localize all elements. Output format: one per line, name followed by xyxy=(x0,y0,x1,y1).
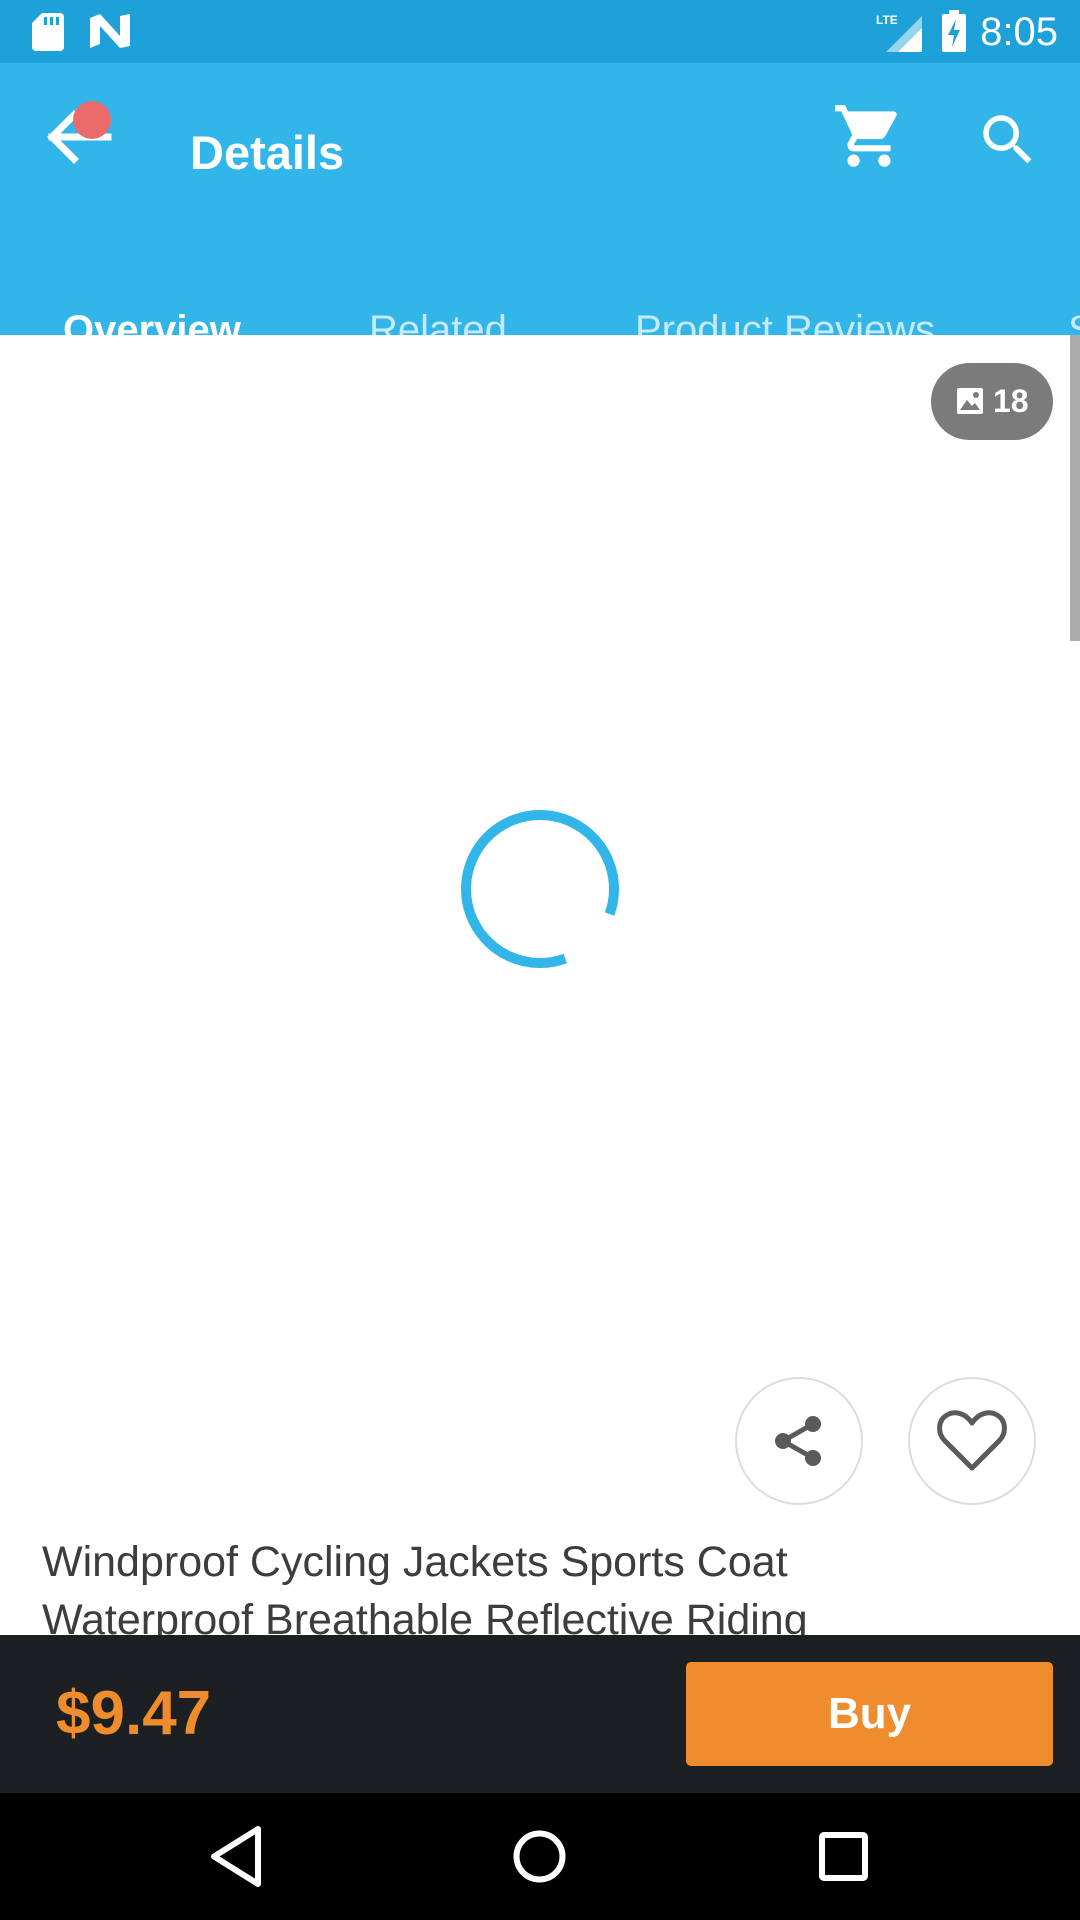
search-icon xyxy=(983,115,1032,164)
sd-card-icon xyxy=(32,13,64,51)
loading-spinner xyxy=(461,810,619,968)
cart-button[interactable] xyxy=(832,99,906,173)
image-count: 18 xyxy=(993,383,1029,419)
n-logo-icon xyxy=(90,14,130,48)
product-title: Windproof Cycling Jackets Sports Coat Wa… xyxy=(42,1538,808,1635)
nav-recents-icon[interactable] xyxy=(806,1819,881,1894)
page-title: Details xyxy=(190,126,345,179)
share-button[interactable] xyxy=(735,1377,863,1505)
image-count-badge[interactable]: 18 xyxy=(931,363,1053,440)
battery-charging-icon xyxy=(942,10,966,52)
nav-home-icon[interactable] xyxy=(502,1819,577,1894)
product-price: $9.47 xyxy=(56,1679,212,1748)
image-icon xyxy=(957,388,983,414)
search-button[interactable] xyxy=(975,107,1041,173)
app-bar: Details Overview Related Product Reviews… xyxy=(0,63,1080,398)
heart-icon xyxy=(937,1410,1007,1471)
cart-icon xyxy=(835,105,897,167)
status-bar: LTE 8:05 xyxy=(0,0,1080,63)
lte-signal-icon: LTE xyxy=(876,13,922,52)
system-nav-bar xyxy=(0,1793,1080,1920)
buy-bar: $9.47 Buy xyxy=(0,1635,1080,1793)
buy-button[interactable]: Buy xyxy=(686,1662,1053,1766)
svg-text:LTE: LTE xyxy=(876,13,898,27)
notification-dot xyxy=(73,101,111,139)
product-content[interactable]: 18 Windproof Cycling Jackets Sports Coat… xyxy=(0,335,1080,1635)
scrollbar[interactable] xyxy=(1070,335,1080,641)
share-icon xyxy=(775,1416,821,1466)
status-time: 8:05 xyxy=(980,10,1058,54)
favorite-button[interactable] xyxy=(908,1377,1036,1505)
nav-back-icon[interactable] xyxy=(200,1819,275,1894)
